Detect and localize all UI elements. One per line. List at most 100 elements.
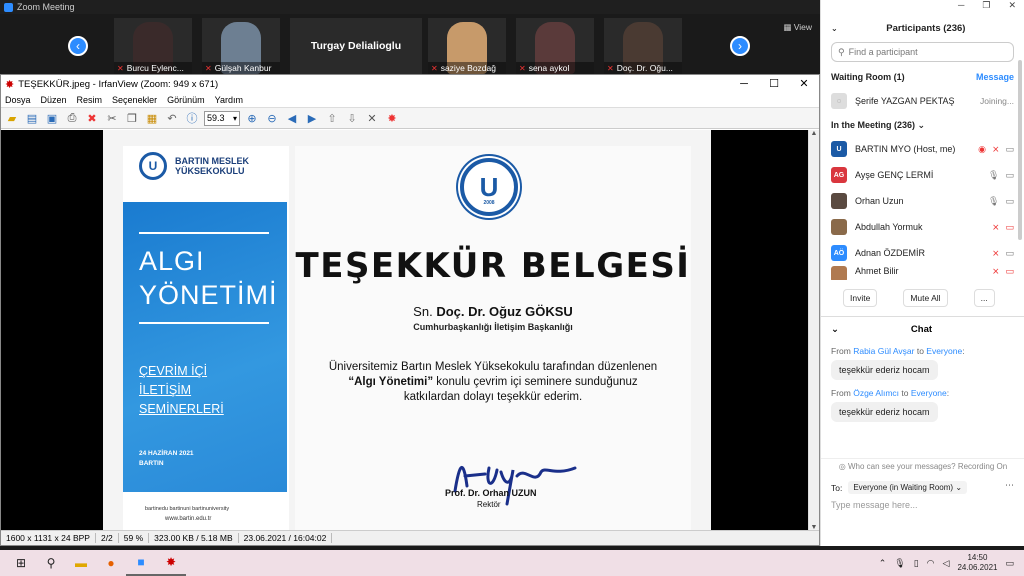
mic-muted-icon: ✕ (519, 63, 526, 73)
certificate-image: U BARTIN MESLEK YÜKSEKOKULU ALGI YÖNETİM… (103, 130, 711, 531)
mic-icon[interactable]: 🎙 (988, 170, 999, 181)
delete-icon[interactable]: ✖ (84, 110, 100, 126)
chat-privacy-notice[interactable]: ◎ Who can see your messages? Recording O… (821, 458, 1024, 471)
chevron-up-icon[interactable]: ⌃ (879, 558, 887, 569)
video-icon[interactable]: ▭ (1005, 170, 1014, 181)
participants-header[interactable]: ⌄ Participants (236) (821, 14, 1024, 42)
file-explorer-icon[interactable]: ▬ (66, 550, 96, 576)
chat-more-button[interactable]: ⋯ (1005, 480, 1014, 491)
close-icon[interactable]: ✕ (1008, 0, 1016, 14)
cut-icon[interactable]: ✂ (104, 110, 120, 126)
print-icon[interactable]: ⎙ (64, 110, 80, 126)
certificate-body: Üniversitemiz Bartın Meslek Yüksekokulu … (328, 361, 658, 403)
arrow-left-icon[interactable]: ◀ (284, 110, 300, 126)
university-seal-icon: U 2008 (460, 158, 518, 216)
open-folder-icon[interactable]: ▰ (4, 110, 20, 126)
gallery-prev-button[interactable]: ‹ (68, 36, 88, 56)
restore-icon[interactable]: ❐ (982, 0, 990, 14)
gallery-next-button[interactable]: › (730, 36, 750, 56)
window-controls: ─ ☐ ✕ (729, 75, 819, 93)
video-off-icon[interactable]: ▭ (1005, 266, 1014, 277)
undo-icon[interactable]: ↶ (164, 110, 180, 126)
minimize-icon[interactable]: ─ (729, 75, 759, 93)
zoom-out-icon[interactable]: ⊖ (264, 110, 280, 126)
menu-item[interactable]: Düzen (41, 95, 67, 105)
video-tile[interactable]: ✕ saziye Bozdağ (428, 18, 506, 74)
firefox-icon[interactable]: ● (96, 550, 126, 576)
save-icon[interactable]: ▣ (44, 110, 60, 126)
video-icon[interactable]: ▭ (1005, 196, 1014, 207)
mic-muted-icon[interactable]: ⨯ (992, 222, 1000, 233)
video-tile[interactable]: Turgay Delialioglu (290, 18, 422, 74)
message-waiting-room-button[interactable]: Message (976, 72, 1014, 82)
participant-search-input[interactable]: ⚲ Find a participant (831, 42, 1014, 62)
menu-item[interactable]: Dosya (5, 95, 31, 105)
social-handles: bartinedu bartinuni bartinuniversity (145, 506, 230, 512)
zoom-in-icon[interactable]: ⊕ (244, 110, 260, 126)
chevron-down-icon[interactable]: ⌄ (831, 24, 838, 33)
mic-muted-icon[interactable]: ⨯ (992, 144, 1000, 155)
menu-item[interactable]: Resim (77, 95, 103, 105)
maximize-icon[interactable]: ☐ (759, 75, 789, 93)
mic-icon[interactable]: 🎙 (894, 558, 905, 569)
video-tile[interactable]: ✕ sena aykol (516, 18, 594, 74)
participant-row[interactable]: AG Ayşe GENÇ LERMİ 🎙 ▭ (821, 162, 1024, 188)
chat-recipient-select[interactable]: Everyone (in Waiting Room) ⌄ (848, 481, 968, 494)
info-icon[interactable]: ⓘ (184, 110, 200, 126)
zoom-select[interactable]: 59.3 (204, 110, 240, 126)
video-off-icon[interactable]: ▭ (1005, 222, 1014, 233)
search-icon[interactable]: ⚲ (36, 550, 66, 576)
menu-item[interactable]: Görünüm (167, 95, 205, 105)
menu-item[interactable]: Seçenekler (112, 95, 157, 105)
page-down-icon[interactable]: ⇩ (344, 110, 360, 126)
wifi-icon[interactable]: ◠ (927, 558, 935, 569)
topic-title: YÖNETİMİ (139, 280, 278, 310)
notification-icon[interactable]: ▭ (1005, 558, 1014, 569)
clock[interactable]: 14:50 24.06.2021 (957, 553, 997, 573)
mic-muted-icon[interactable]: ⨯ (992, 266, 1000, 277)
menu-item[interactable]: Yardım (215, 95, 243, 105)
mute-all-button[interactable]: Mute All (903, 289, 948, 307)
video-tile[interactable]: ✕ Burcu Eylenc... (114, 18, 192, 74)
scroll-up-icon[interactable]: ▲ (809, 130, 819, 137)
chat-message-input[interactable]: Type message here... (831, 500, 918, 510)
invite-button[interactable]: Invite (843, 289, 878, 307)
view-button[interactable]: ▦ View (783, 22, 812, 33)
network-icon[interactable]: ▯ (914, 558, 919, 569)
close-icon[interactable]: ✕ (789, 75, 819, 93)
mic-muted-icon[interactable]: ⨯ (992, 248, 1000, 259)
mic-muted-icon: ✕ (117, 63, 124, 73)
zoom-app-icon[interactable]: ■ (126, 550, 156, 576)
mic-icon[interactable]: 🎙 (988, 196, 999, 207)
chevron-down-icon[interactable]: ⌄ (831, 324, 839, 335)
irfanview-app-icon[interactable]: ✸ (156, 550, 186, 576)
participant-row[interactable]: Orhan Uzun 🎙 ▭ (821, 188, 1024, 214)
video-tile[interactable]: ✕ Doç. Dr. Oğu... (604, 18, 682, 74)
video-tile[interactable]: ✕ Gülşah Kanbur (202, 18, 280, 74)
mic-muted-icon: ✕ (431, 63, 438, 73)
vertical-scrollbar[interactable]: ▲ ▼ (808, 130, 819, 531)
video-icon[interactable]: ▭ (1005, 248, 1014, 259)
participants-scrollbar[interactable] (1018, 60, 1022, 240)
volume-icon[interactable]: ◁ (943, 558, 950, 569)
video-icon[interactable]: ▭ (1005, 144, 1014, 155)
certificate-right-panel: U 2008 TEŞEKKÜR BELGESİ Sn. Doç. Dr. Oğuz… (295, 146, 691, 531)
page-up-icon[interactable]: ⇧ (324, 110, 340, 126)
chat-header[interactable]: ⌄ Chat (821, 316, 1024, 342)
minimize-icon[interactable]: ─ (958, 0, 964, 14)
participant-row[interactable]: Ahmet Bilir ⨯ ▭ (821, 266, 1024, 280)
participants-actions: Invite Mute All ... (821, 286, 1024, 310)
more-options-button[interactable]: ... (973, 289, 995, 307)
windows-start-icon[interactable]: ⊞ (6, 550, 36, 576)
arrow-right-icon[interactable]: ▶ (304, 110, 320, 126)
in-meeting-section[interactable]: In the Meeting (236) ⌄ (821, 114, 1024, 136)
participant-row[interactable]: U BARTIN MYO (Host, me) ◉ ⨯ ▭ (821, 136, 1024, 162)
irfanview-logo-icon[interactable]: ✸ (384, 110, 400, 126)
copy-icon[interactable]: ❐ (124, 110, 140, 126)
slideshow-icon[interactable]: ▤ (24, 110, 40, 126)
participant-row[interactable]: Abdullah Yormuk ⨯ ▭ (821, 214, 1024, 240)
waiting-participant-row[interactable]: ◌ Şerife YAZGAN PEKTAŞ Joining... (821, 88, 1024, 114)
participant-row[interactable]: AÖ Adnan ÖZDEMİR ⨯ ▭ (821, 240, 1024, 266)
settings-tools-icon[interactable]: ✕ (364, 110, 380, 126)
paste-icon[interactable]: ▦ (144, 110, 160, 126)
